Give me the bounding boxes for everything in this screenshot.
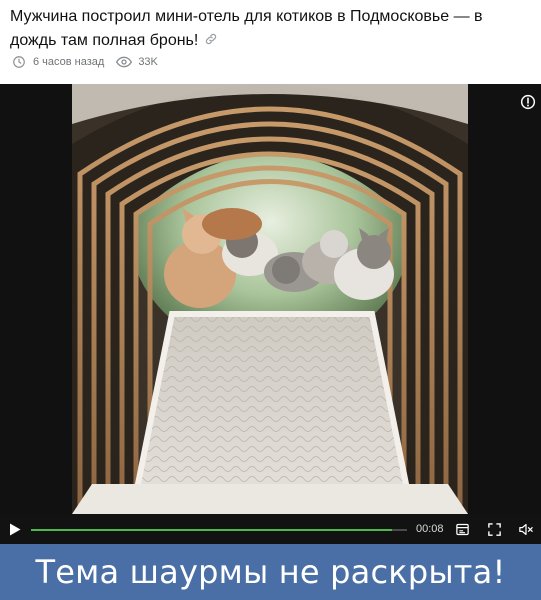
view-count: 33K	[138, 56, 158, 68]
article-title-text[interactable]: Мужчина построил мини-отель для котиков …	[10, 8, 483, 49]
article-title[interactable]: Мужчина построил мини-отель для котиков …	[10, 5, 520, 53]
video-frame-image	[72, 84, 468, 514]
info-icon[interactable]	[520, 94, 536, 110]
clock-icon	[13, 56, 25, 68]
player-controls: 00:08	[0, 514, 541, 544]
video-player[interactable]: 00:08	[0, 84, 541, 544]
publish-time: 6 часов назад	[33, 56, 105, 68]
video-frame[interactable]	[72, 84, 468, 514]
eye-icon	[116, 56, 133, 68]
caption-banner: Тема шаурмы не раскрыта!	[0, 544, 541, 600]
article-header: Мужчина построил мини-отель для котиков …	[0, 0, 541, 84]
speaker-muted-icon[interactable]	[518, 522, 534, 537]
caption-text: Тема шаурмы не раскрыта!	[35, 553, 506, 591]
progress-fill	[31, 529, 392, 531]
progress-bar[interactable]	[31, 529, 407, 531]
link-icon[interactable]	[204, 32, 218, 46]
fullscreen-icon[interactable]	[487, 522, 502, 537]
subtitles-icon[interactable]	[455, 522, 470, 537]
play-icon[interactable]	[9, 523, 21, 536]
article-meta: 6 часов назад 33K	[12, 54, 158, 70]
current-time: 00:08	[416, 523, 444, 535]
